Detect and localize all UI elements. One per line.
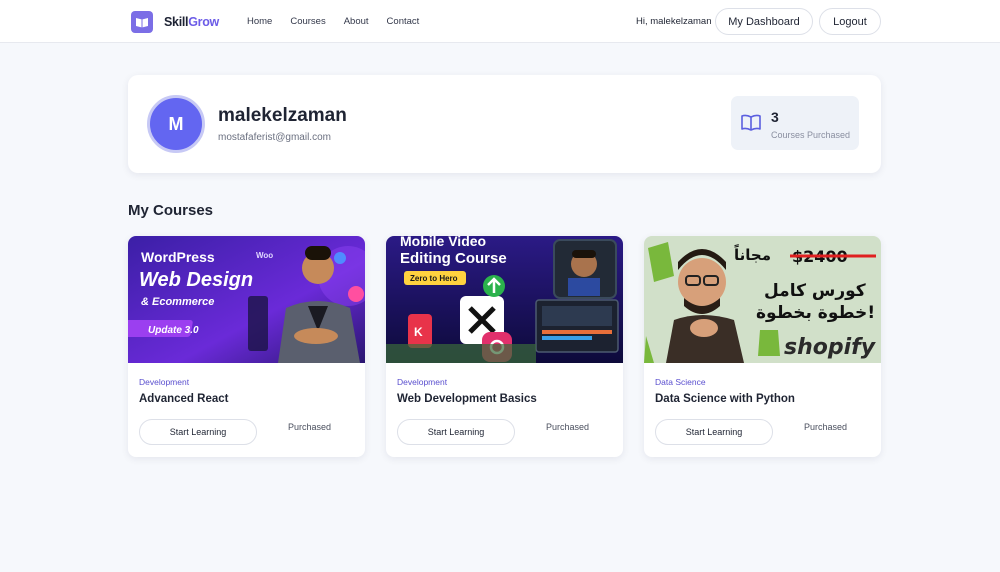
main-nav: Home Courses About Contact bbox=[247, 16, 437, 27]
course-card[interactable]: $2400 مجاناً كورس كامل خطوة بخطوة! shopi… bbox=[644, 236, 881, 457]
thumb-text-line: Woo bbox=[256, 251, 273, 260]
course-thumbnail[interactable]: $2400 مجاناً كورس كامل خطوة بخطوة! shopi… bbox=[644, 236, 881, 363]
purchased-status: Purchased bbox=[288, 422, 332, 432]
thumb-text-line: مجاناً bbox=[734, 244, 771, 264]
start-learning-button[interactable]: Start Learning bbox=[139, 419, 257, 445]
thumb-text-line: WordPress bbox=[141, 249, 215, 265]
course-category: Development bbox=[397, 377, 448, 387]
user-greeting: Hi, malekelzaman bbox=[636, 16, 712, 27]
nav-link-contact[interactable]: Contact bbox=[387, 16, 420, 27]
purchased-status: Purchased bbox=[546, 422, 590, 432]
my-dashboard-button[interactable]: My Dashboard bbox=[715, 8, 813, 35]
courses-purchased-stat: 3 Courses Purchased bbox=[731, 96, 859, 150]
thumb-text-line: Mobile Video bbox=[400, 236, 486, 249]
course-thumbnail[interactable]: K Mobile Video Editing Course Zero to He… bbox=[386, 236, 623, 363]
profile-name: malekelzaman bbox=[218, 105, 347, 126]
course-title[interactable]: Advanced React bbox=[139, 393, 228, 405]
thumb-text-line: خطوة بخطوة! bbox=[756, 303, 875, 323]
course-card[interactable]: K Mobile Video Editing Course Zero to He… bbox=[386, 236, 623, 457]
brand-name: SkillGrow bbox=[164, 15, 219, 29]
course-thumbnail[interactable]: WordPress Web Design & Ecommerce Update … bbox=[128, 236, 365, 363]
nav-link-home[interactable]: Home bbox=[247, 16, 272, 27]
logout-button[interactable]: Logout bbox=[819, 8, 881, 35]
thumb-text-line: & Ecommerce bbox=[141, 296, 214, 308]
top-navbar: SkillGrow Home Courses About Contact Hi,… bbox=[0, 0, 1000, 43]
nav-link-courses[interactable]: Courses bbox=[290, 16, 325, 27]
thumb-text-line: كورس كامل bbox=[764, 281, 866, 301]
purchased-status: Purchased bbox=[804, 422, 848, 432]
profile-email: mostafaferist@gmail.com bbox=[218, 132, 331, 143]
avatar: M bbox=[147, 95, 205, 153]
thumb-text-line: Update 3.0 bbox=[148, 325, 199, 336]
thumb-text-line: Editing Course bbox=[400, 250, 507, 267]
start-learning-button[interactable]: Start Learning bbox=[397, 419, 515, 445]
thumb-text-line: shopify bbox=[784, 335, 877, 360]
course-title[interactable]: Data Science with Python bbox=[655, 393, 795, 405]
stat-label: Courses Purchased bbox=[771, 130, 851, 140]
book-logo-icon bbox=[131, 11, 153, 33]
thumb-text-line: Zero to Hero bbox=[410, 274, 458, 283]
open-book-icon bbox=[740, 114, 762, 132]
svg-text:K: K bbox=[414, 325, 423, 339]
profile-card: M malekelzaman mostafaferist@gmail.com 3… bbox=[128, 75, 881, 173]
brand-logo[interactable]: SkillGrow bbox=[131, 11, 219, 33]
stat-count: 3 bbox=[771, 109, 779, 125]
course-title[interactable]: Web Development Basics bbox=[397, 393, 537, 405]
thumb-text-line: Web Design bbox=[139, 269, 253, 291]
nav-link-about[interactable]: About bbox=[344, 16, 369, 27]
course-category: Data Science bbox=[655, 377, 706, 387]
course-card[interactable]: WordPress Web Design & Ecommerce Update … bbox=[128, 236, 365, 457]
section-title: My Courses bbox=[128, 202, 214, 219]
start-learning-button[interactable]: Start Learning bbox=[655, 419, 773, 445]
course-category: Development bbox=[139, 377, 190, 387]
